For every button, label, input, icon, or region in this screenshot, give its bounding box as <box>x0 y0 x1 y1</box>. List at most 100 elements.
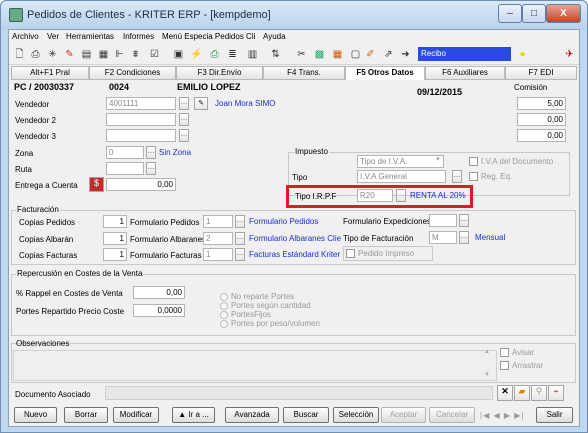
borrar-button[interactable]: Borrar <box>64 407 108 423</box>
chevron-down-icon[interactable]: ▾ <box>432 155 444 168</box>
maximize-button[interactable]: □ <box>522 4 546 23</box>
vendedor3-lookup-button[interactable]: … <box>179 129 189 142</box>
arrow-icon[interactable]: ➜ <box>399 48 412 61</box>
form-pedidos-link[interactable]: Formulario Pedidos <box>249 217 318 226</box>
zona-lookup-button[interactable]: … <box>146 146 156 159</box>
radio-portes-fijos[interactable] <box>220 311 228 319</box>
zona-input[interactable]: 0 <box>106 146 144 159</box>
irpf-input[interactable]: R20 <box>357 189 393 202</box>
radio-segun-cantidad[interactable] <box>220 302 228 310</box>
export-icon[interactable]: ⇗ <box>382 48 395 61</box>
calendar-icon[interactable]: ▥ <box>246 48 259 61</box>
form-albaranes-lookup-button[interactable]: … <box>235 232 245 245</box>
form-pedidos-input[interactable]: 1 <box>203 215 233 228</box>
print-icon[interactable]: ⎙ <box>29 48 42 61</box>
vendedor-edit-icon[interactable]: ✎ <box>194 97 208 110</box>
scan-icon[interactable]: ⌁ <box>548 385 564 401</box>
menu-informes[interactable]: Informes <box>123 32 154 41</box>
document-icon[interactable]: ▤ <box>80 48 93 61</box>
ruta-lookup-button[interactable]: … <box>146 162 156 175</box>
menu-herramientas[interactable]: Herramientas <box>66 32 114 41</box>
avanzada-button[interactable]: Avanzada <box>225 407 279 423</box>
documento-input[interactable] <box>105 386 493 400</box>
tipo-facturacion-input[interactable]: M <box>429 231 457 244</box>
portes-coste-input[interactable]: 0,0000 <box>133 304 185 317</box>
report-combo[interactable]: Recibo <box>418 47 511 61</box>
menu-ayuda[interactable]: Ayuda <box>263 32 286 41</box>
form-facturas-link[interactable]: Facturas Estándard Kriter I <box>249 250 341 259</box>
tipo-facturacion-link[interactable]: Mensual <box>475 233 505 242</box>
tools-icon[interactable]: ✎ <box>63 48 76 61</box>
copias-pedidos-input[interactable]: 1 <box>103 215 127 228</box>
form-pedidos-lookup-button[interactable]: … <box>235 215 245 228</box>
radio-no-reparte[interactable] <box>220 293 228 301</box>
copias-facturas-input[interactable]: 1 <box>103 248 127 261</box>
irpf-lookup-button[interactable]: … <box>396 189 406 202</box>
scroll-up-icon[interactable]: ▲ <box>484 349 490 355</box>
menu-archivo[interactable]: Archivo <box>12 32 39 41</box>
ir-a-button[interactable]: ▲ Ir a ... <box>172 407 215 423</box>
grid-icon[interactable]: ▦ <box>97 48 110 61</box>
attach-icon[interactable]: ⚲ <box>531 385 547 401</box>
star-icon[interactable]: ✳ <box>46 48 59 61</box>
tipo-iva-select[interactable]: Tipo de I.V.A. <box>357 155 444 168</box>
menu-ver[interactable]: Ver <box>47 32 59 41</box>
form-albaranes-input[interactable]: 2 <box>203 232 233 245</box>
form-facturas-input[interactable]: 1 <box>203 248 233 261</box>
menu-especial[interactable]: Menú Especia Pedidos Cli <box>162 32 255 41</box>
tipo-facturacion-lookup-button[interactable]: … <box>459 231 469 244</box>
tipo-iva-input[interactable]: I.V.A General <box>357 170 446 183</box>
preview-icon[interactable]: 🗋 <box>13 48 26 61</box>
cancelar-button[interactable]: Cancelar <box>429 407 475 423</box>
tab-condiciones[interactable]: F2 Condiciones <box>89 66 176 80</box>
aceptar-button[interactable]: Aceptar <box>381 407 426 423</box>
tab-edi[interactable]: F7 EDI <box>505 66 577 80</box>
form-expediciones-lookup-button[interactable]: … <box>459 214 469 227</box>
wand-icon[interactable]: ⚡ <box>190 48 203 61</box>
vendedor2-commission-input[interactable]: 0,00 <box>517 113 566 126</box>
observaciones-textarea[interactable] <box>13 350 497 381</box>
money-bag-icon[interactable]: $ <box>89 177 104 192</box>
nuevo-button[interactable]: Nuevo <box>14 407 57 423</box>
minimize-button[interactable]: – <box>498 4 522 23</box>
tab-trans[interactable]: F4 Trans. <box>263 66 345 80</box>
vendedor2-lookup-button[interactable]: … <box>179 113 189 126</box>
form-expediciones-input[interactable] <box>429 214 457 227</box>
reg-eq-checkbox[interactable] <box>469 172 478 181</box>
pedido-impreso-checkbox[interactable] <box>346 249 355 258</box>
edit-icon[interactable]: ☑ <box>148 48 161 61</box>
vendedor-lookup-button[interactable]: … <box>179 97 189 110</box>
folder-icon[interactable]: ▦ <box>331 48 344 61</box>
arrastrar-checkbox[interactable] <box>500 361 509 370</box>
entrega-input[interactable]: 0,00 <box>106 178 176 191</box>
tree-icon[interactable]: ⩩ <box>129 48 142 61</box>
calculator-icon[interactable]: ▣ <box>172 48 185 61</box>
form-facturas-lookup-button[interactable]: … <box>235 248 245 261</box>
ruta-input[interactable] <box>106 162 144 175</box>
salir-button[interactable]: Salir <box>536 407 573 423</box>
sort-icon[interactable]: ⇅ <box>269 48 282 61</box>
tipo-lookup-button[interactable]: … <box>452 170 462 183</box>
close-button[interactable]: X <box>546 4 581 23</box>
vendedor-input[interactable]: 4001111 <box>106 97 176 110</box>
vendedor2-input[interactable] <box>106 113 176 126</box>
modificar-button[interactable]: Modificar <box>113 407 159 423</box>
zona-name-link[interactable]: Sin Zona <box>159 148 191 157</box>
print-green-icon[interactable]: ⎙ <box>208 48 221 61</box>
record-navigator[interactable]: |◀ ◀ ▶ ▶| <box>480 411 524 420</box>
irpf-name-link[interactable]: RENTA AL 20% <box>410 191 466 200</box>
lightbulb-icon[interactable]: ● <box>516 48 529 61</box>
iva-documento-checkbox[interactable] <box>469 157 478 166</box>
tab-auxiliares[interactable]: F6 Auxiliares <box>425 66 505 80</box>
page-icon[interactable]: ▢ <box>349 48 362 61</box>
tab-dir-envio[interactable]: F3 Dir.Envío <box>176 66 263 80</box>
delete-document-icon[interactable]: ✕ <box>497 385 513 401</box>
vendedor-commission-input[interactable]: 5,00 <box>517 97 566 110</box>
vendedor3-commission-input[interactable]: 0,00 <box>517 129 566 142</box>
list-icon[interactable]: ≣ <box>226 48 239 61</box>
vendedor-name-link[interactable]: Joan Mora SIMO <box>215 99 275 108</box>
chart-icon[interactable]: ▩ <box>313 48 326 61</box>
vendedor3-input[interactable] <box>106 129 176 142</box>
rappel-input[interactable]: 0,00 <box>133 286 185 299</box>
seleccion-button[interactable]: Selección <box>333 407 379 423</box>
